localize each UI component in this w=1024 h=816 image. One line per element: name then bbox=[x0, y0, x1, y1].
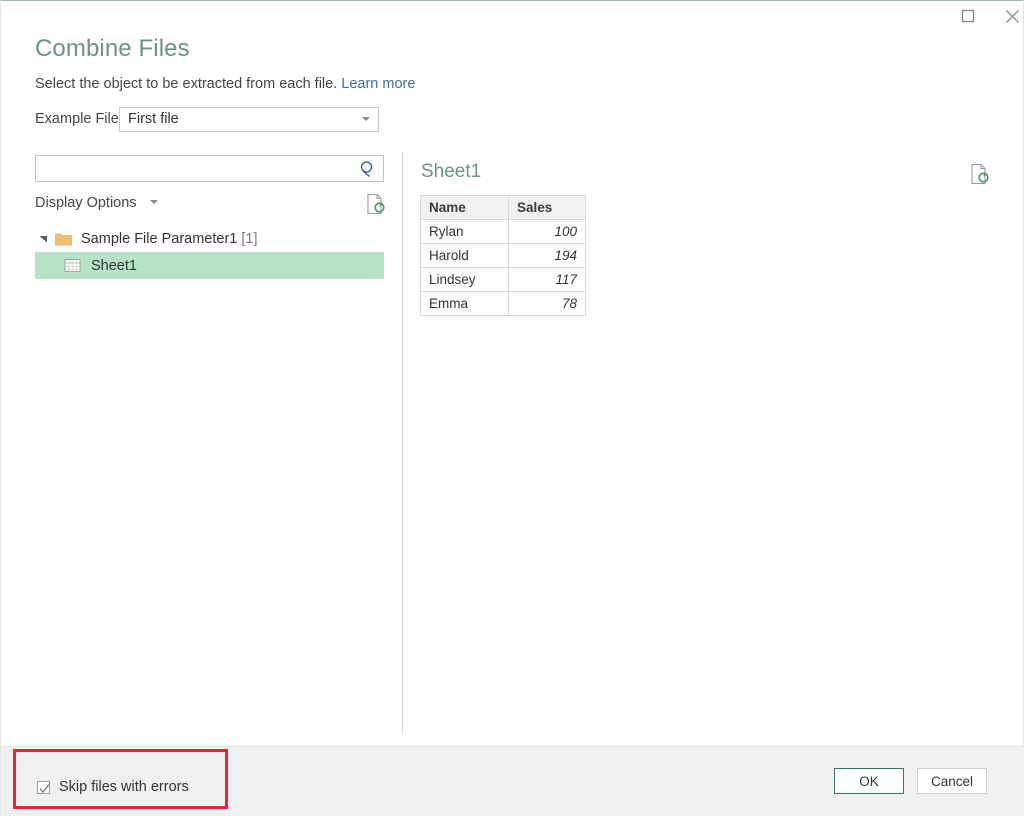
refresh-preview-icon[interactable] bbox=[969, 163, 989, 185]
cell-name: Emma bbox=[420, 291, 509, 316]
cell-name: Lindsey bbox=[420, 267, 509, 292]
table-header-row: Name Sales bbox=[420, 195, 586, 220]
table-row: Harold 194 bbox=[420, 243, 586, 268]
table-row: Rylan 100 bbox=[420, 219, 586, 244]
ok-button[interactable]: OK bbox=[834, 768, 904, 794]
sheet-table-icon bbox=[61, 258, 85, 274]
checkmark-icon bbox=[39, 783, 50, 793]
example-file-dropdown[interactable]: First file bbox=[119, 107, 379, 132]
maximize-icon bbox=[961, 9, 975, 23]
table-row: Lindsey 117 bbox=[420, 267, 586, 292]
display-options-dropdown[interactable]: Display Options bbox=[35, 195, 158, 211]
skip-files-label: Skip files with errors bbox=[59, 779, 189, 795]
tree-node-root[interactable]: Sample File Parameter1 [1] bbox=[35, 225, 384, 252]
column-header-sales[interactable]: Sales bbox=[508, 195, 586, 220]
column-header-name[interactable]: Name bbox=[420, 195, 509, 220]
cell-sales: 100 bbox=[508, 219, 586, 244]
pane-divider bbox=[402, 151, 403, 734]
search-box[interactable] bbox=[35, 155, 384, 182]
cell-name: Harold bbox=[420, 243, 509, 268]
cell-sales: 194 bbox=[508, 243, 586, 268]
preview-table: Name Sales Rylan 100 Harold 194 Lindsey … bbox=[420, 195, 586, 316]
search-input[interactable] bbox=[42, 159, 356, 180]
close-button[interactable] bbox=[990, 1, 1024, 31]
display-options-label: Display Options bbox=[35, 195, 137, 211]
skip-files-checkbox[interactable] bbox=[37, 780, 50, 794]
expand-collapse-icon[interactable] bbox=[35, 234, 51, 243]
root-item-count: [1] bbox=[241, 230, 258, 247]
chevron-down-icon bbox=[149, 200, 158, 204]
folder-icon bbox=[51, 232, 75, 246]
example-file-value: First file bbox=[128, 111, 179, 127]
cell-name: Rylan bbox=[420, 219, 509, 244]
table-row: Emma 78 bbox=[420, 291, 586, 316]
cell-sales: 78 bbox=[508, 291, 586, 316]
root-label-text: Sample File Parameter1 bbox=[81, 230, 238, 247]
chevron-down-icon bbox=[362, 117, 370, 121]
maximize-button[interactable] bbox=[946, 1, 990, 31]
search-icon[interactable] bbox=[359, 160, 377, 178]
cell-sales: 117 bbox=[508, 267, 586, 292]
combine-files-dialog: Combine Files Select the object to be ex… bbox=[0, 0, 1024, 816]
dialog-subtitle: Select the object to be extracted from e… bbox=[35, 76, 415, 92]
refresh-preview-icon[interactable] bbox=[365, 193, 385, 215]
learn-more-link[interactable]: Learn more bbox=[341, 76, 415, 92]
tree-node-sheet1-label: Sheet1 bbox=[91, 257, 137, 274]
skip-files-checkbox-row[interactable]: Skip files with errors bbox=[37, 779, 189, 795]
example-file-label: Example File: bbox=[35, 111, 123, 127]
tree-node-sheet1[interactable]: Sheet1 bbox=[35, 252, 384, 279]
objects-tree: Sample File Parameter1 [1] Sheet1 bbox=[35, 225, 384, 279]
preview-title: Sheet1 bbox=[421, 161, 482, 182]
page-title: Combine Files bbox=[35, 35, 190, 62]
close-icon bbox=[1005, 9, 1019, 23]
title-bar bbox=[1, 1, 1024, 31]
cancel-button[interactable]: Cancel bbox=[917, 768, 987, 794]
tree-node-root-label: Sample File Parameter1 [1] bbox=[81, 231, 258, 247]
subtitle-text: Select the object to be extracted from e… bbox=[35, 76, 338, 92]
